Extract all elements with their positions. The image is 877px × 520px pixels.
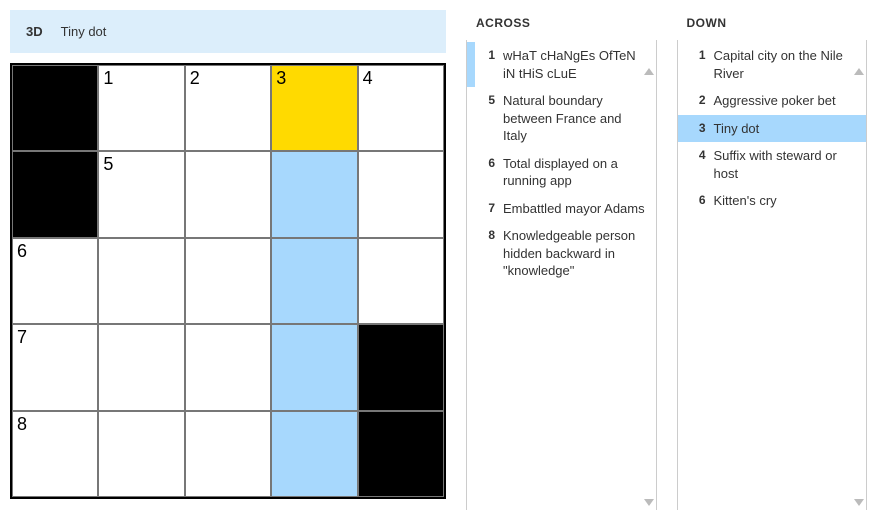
down-header: DOWN: [677, 10, 868, 40]
clue-item[interactable]: 6Total displayed on a running app: [467, 150, 656, 195]
clue-number: 8: [479, 227, 495, 280]
clue-text: wHaT cHaNgEs OfTeN iN tHiS cLuE: [503, 47, 648, 82]
current-clue-bar: 3D Tiny dot: [10, 10, 446, 53]
cell-number: 5: [103, 154, 113, 175]
clue-text: Total displayed on a running app: [503, 155, 648, 190]
grid-cell[interactable]: [98, 238, 184, 324]
clue-item[interactable]: 1Capital city on the Nile River: [678, 42, 867, 87]
cell-number: 2: [190, 68, 200, 89]
cell-number: 1: [103, 68, 113, 89]
grid-cell[interactable]: 6: [12, 238, 98, 324]
cell-number: 3: [276, 68, 286, 89]
clue-number: 6: [690, 192, 706, 210]
grid-cell[interactable]: [98, 324, 184, 410]
grid-cell[interactable]: 5: [98, 151, 184, 237]
grid-cell[interactable]: [271, 151, 357, 237]
grid-cell[interactable]: [271, 411, 357, 497]
down-list[interactable]: 1Capital city on the Nile River 2 Aggressi…: [677, 40, 868, 510]
clue-item[interactable]: 1wHaT cHaNgEs OfTeN iN tHiS cLuE: [467, 42, 656, 87]
clue-text: Embattled mayor Adams: [503, 200, 648, 218]
clue-text: Tiny dot: [714, 120, 859, 138]
clue-item[interactable]: 4Suffix with steward or host: [678, 142, 867, 187]
scroll-up-icon[interactable]: [854, 68, 864, 75]
cell-number: 7: [17, 327, 27, 348]
across-column: ACROSS 1wHaT cHaNgEs OfTeN iN tHiS cLuE5…: [466, 10, 657, 510]
grid-cell[interactable]: [185, 151, 271, 237]
current-clue-label: 3D: [26, 24, 43, 39]
grid-cell[interactable]: 4: [358, 65, 444, 151]
scroll-up-icon[interactable]: [644, 68, 654, 75]
grid-cell[interactable]: 1: [98, 65, 184, 151]
cell-number: 4: [363, 68, 373, 89]
clue-number: 3: [690, 120, 706, 138]
clue-item[interactable]: 6 Kitten's cry: [678, 187, 867, 215]
cell-number: 8: [17, 414, 27, 435]
clue-number: 1: [479, 47, 495, 82]
grid-cell[interactable]: [271, 324, 357, 410]
across-list[interactable]: 1wHaT cHaNgEs OfTeN iN tHiS cLuE5Natural…: [466, 40, 657, 510]
grid-cell[interactable]: [358, 151, 444, 237]
current-clue-text: Tiny dot: [61, 24, 107, 39]
clue-text: Knowledgeable person hidden backward in …: [503, 227, 648, 280]
scroll-down-icon[interactable]: [644, 499, 654, 506]
clue-text: Kitten's cry: [714, 192, 859, 210]
grid-cell[interactable]: [185, 411, 271, 497]
clue-number: 1: [690, 47, 706, 82]
grid-cell[interactable]: 2: [185, 65, 271, 151]
clue-number: 7: [479, 200, 495, 218]
clue-text: Aggressive poker bet: [714, 92, 859, 110]
grid-cell: [358, 324, 444, 410]
crossword-grid[interactable]: 1 2 3 4 5 6 7 8: [10, 63, 446, 499]
down-column: DOWN 1Capital city on the Nile River 2 Agg…: [677, 10, 868, 510]
across-header: ACROSS: [466, 10, 657, 40]
crossword-layout: 3D Tiny dot 12345678 ACROSS 1wHaT cHaNgE…: [10, 10, 867, 510]
clue-number: 2: [690, 92, 706, 110]
scroll-down-icon[interactable]: [854, 499, 864, 506]
grid-cell: [358, 411, 444, 497]
clue-number: 4: [690, 147, 706, 182]
cell-number: 6: [17, 241, 27, 262]
clue-item[interactable]: 3 Tiny dot: [678, 115, 867, 143]
grid-cell: [12, 65, 98, 151]
grid-cell[interactable]: [98, 411, 184, 497]
clue-text: Capital city on the Nile River: [714, 47, 859, 82]
clue-item[interactable]: 7 Embattled mayor Adams: [467, 195, 656, 223]
clue-number: 5: [479, 92, 495, 145]
grid-cell[interactable]: 8: [12, 411, 98, 497]
grid-cell[interactable]: [185, 238, 271, 324]
grid-cell: [12, 151, 98, 237]
clue-text: Suffix with steward or host: [714, 147, 859, 182]
clue-number: 6: [479, 155, 495, 190]
grid-cell[interactable]: [185, 324, 271, 410]
clue-text: Natural boundary between France and Ital…: [503, 92, 648, 145]
left-column: 3D Tiny dot 1 2 3 4 5 6 7 8: [10, 10, 446, 499]
clue-item[interactable]: 8Knowledgeable person hidden backward in…: [467, 222, 656, 285]
clue-item[interactable]: 5Natural boundary between France and Ita…: [467, 87, 656, 150]
grid-cell[interactable]: 7: [12, 324, 98, 410]
grid-cell[interactable]: [271, 238, 357, 324]
grid-cell[interactable]: [358, 238, 444, 324]
clue-item[interactable]: 2 Aggressive poker bet: [678, 87, 867, 115]
grid-cell[interactable]: 3: [271, 65, 357, 151]
